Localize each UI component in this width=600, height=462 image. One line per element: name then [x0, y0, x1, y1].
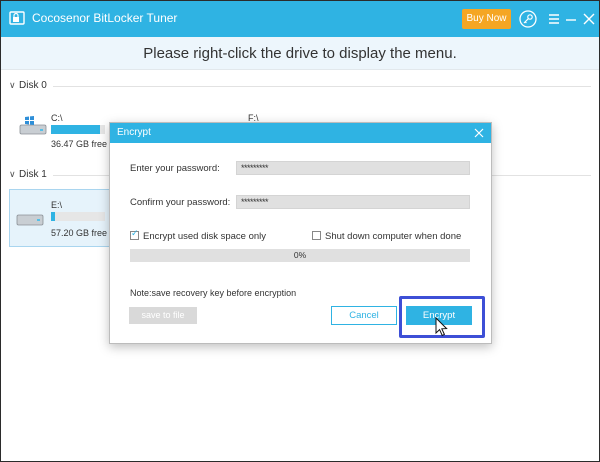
instruction-banner: Please right-click the drive to display … [1, 37, 599, 70]
drive-e-usage-bar [51, 212, 105, 221]
minimize-icon[interactable] [561, 9, 581, 29]
close-icon[interactable] [579, 9, 599, 29]
dialog-title: Encrypt [117, 127, 151, 138]
save-to-file-button[interactable]: save to file [129, 307, 197, 324]
drive-c-name: C:\ [51, 113, 63, 123]
password-field[interactable]: ********* [236, 161, 470, 175]
drive-e-name: E:\ [51, 200, 63, 210]
drive-e-usage-fill [51, 212, 56, 221]
app-window: Cocosenor BitLocker Tuner Buy Now Please… [0, 0, 600, 462]
key-icon[interactable] [518, 9, 538, 29]
chevron-down-icon: ∨ [9, 80, 16, 90]
shutdown-checkbox[interactable]: Shut down computer when done [312, 231, 461, 242]
app-title: Cocosenor BitLocker Tuner [32, 11, 178, 25]
encryption-progress-bar: 0% [130, 249, 470, 262]
shutdown-label: Shut down computer when done [325, 231, 462, 242]
encrypt-used-space-label: Encrypt used disk space only [143, 231, 267, 242]
app-logo-icon [9, 11, 25, 25]
divider [53, 86, 591, 87]
drive-e-free-space: 57.20 GB free of [51, 228, 118, 238]
disk-0-header[interactable]: ∨ Disk 0 [9, 80, 47, 91]
buy-now-button[interactable]: Buy Now [462, 9, 511, 29]
close-icon[interactable] [473, 127, 485, 139]
cancel-button[interactable]: Cancel [331, 306, 397, 325]
chevron-down-icon: ∨ [9, 169, 16, 179]
confirm-password-label: Confirm your password: [130, 197, 231, 208]
password-label: Enter your password: [130, 163, 220, 174]
progress-text: 0% [293, 250, 307, 260]
checkbox-icon [130, 229, 139, 240]
drive-c-usage-bar [51, 125, 105, 134]
confirm-password-field[interactable]: ********* [236, 195, 470, 209]
title-bar: Cocosenor BitLocker Tuner Buy Now [1, 1, 599, 37]
drive-c-usage-fill [51, 125, 100, 134]
drive-c-free-space: 36.47 GB free of [51, 139, 118, 149]
recovery-key-note: Note:save recovery key before encryption [130, 288, 297, 298]
disk-0-label: Disk 0 [19, 80, 47, 91]
checkbox-icon [312, 231, 321, 240]
mouse-cursor-icon [435, 317, 448, 337]
usb-drive-icon [16, 214, 44, 226]
disk-1-header[interactable]: ∨ Disk 1 [9, 169, 47, 180]
encrypt-used-space-checkbox[interactable]: Encrypt used disk space only [130, 229, 267, 242]
disk-1-label: Disk 1 [19, 169, 47, 180]
dialog-title-bar: Encrypt [110, 123, 491, 143]
windows-drive-icon [19, 116, 47, 135]
